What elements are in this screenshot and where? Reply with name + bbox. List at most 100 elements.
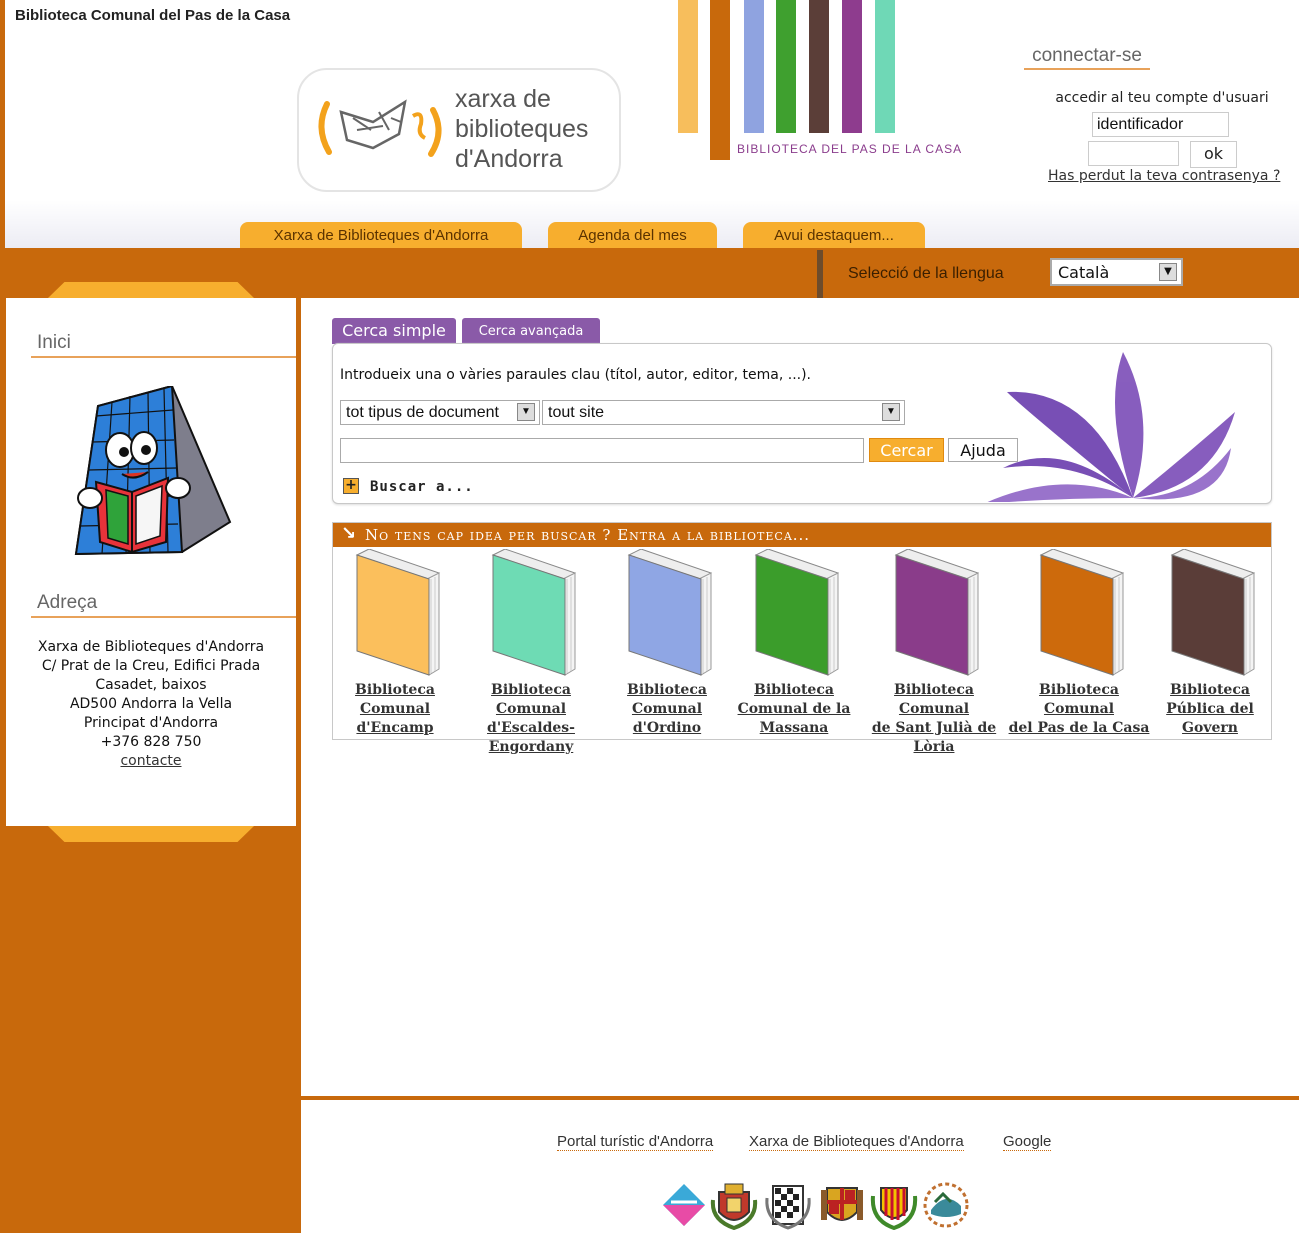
book-icon[interactable]: [485, 549, 577, 677]
color-stripe-3: [744, 0, 764, 133]
library-name-line: Massana: [759, 720, 829, 736]
library-name-line: del Pas de la Casa: [1008, 720, 1150, 736]
library-caption: BIBLIOTECA DEL PAS DE LA CASA: [737, 142, 963, 156]
footer-rule: [301, 1096, 1299, 1100]
book-bird-logo-icon: [318, 99, 442, 157]
library-name-line: Biblioteca: [754, 682, 834, 698]
footer-link-google[interactable]: Google: [1003, 1133, 1052, 1151]
parish-coats-row: [661, 1180, 971, 1230]
libraries-heading: No tens cap idea per buscar ? Entra a la…: [365, 526, 811, 544]
library-name-link[interactable]: Biblioteca Comunal de Sant Julià de Lòria: [859, 681, 1009, 757]
escaldes-coat-icon[interactable]: [921, 1180, 971, 1230]
address-heading: Adreça: [37, 592, 98, 613]
tab-advanced-search[interactable]: Cerca avançada: [462, 318, 600, 344]
home-heading: Inici: [37, 332, 71, 353]
library-name-link[interactable]: Biblioteca Comunal de la Massana: [719, 681, 869, 738]
login-title: connectar-se: [1024, 45, 1150, 70]
library-name-link[interactable]: Biblioteca Comunal del Pas de la Casa: [1004, 681, 1154, 757]
book-icon[interactable]: [888, 549, 980, 677]
help-button[interactable]: Ajuda: [948, 438, 1018, 462]
library-name-line: d'Encamp: [356, 720, 434, 736]
tab-agenda[interactable]: Agenda del mes: [548, 222, 717, 250]
library-name-line: Biblioteca Comunal: [894, 682, 974, 717]
address-line: C/ Prat de la Creu, Edifici Prada: [41, 658, 261, 674]
tab-simple-search[interactable]: Cerca simple: [332, 318, 456, 344]
username-field[interactable]: [1092, 112, 1229, 137]
ordino-coat-icon[interactable]: [817, 1180, 867, 1230]
library-item[interactable]: Biblioteca Comunal del Pas de la Casa: [1004, 549, 1154, 739]
library-name-link[interactable]: Biblioteca Comunal d'Encamp: [320, 681, 470, 738]
address-line: AD500 Andorra la Vella: [69, 696, 233, 712]
language-label: Selecció de la llengua: [848, 265, 1004, 282]
reading-building-mascot-icon: [74, 386, 232, 556]
library-name-line: de Sant Julià de: [871, 720, 997, 736]
library-name-line: Comunal: [359, 701, 431, 717]
color-stripe-1: [678, 0, 698, 133]
document-type-value: tot tipus de document: [346, 404, 499, 421]
language-select[interactable]: Català ▼: [1050, 258, 1183, 286]
book-icon[interactable]: [1033, 549, 1125, 677]
library-item[interactable]: Biblioteca Comunal de Sant Julià de Lòria: [859, 549, 1009, 755]
library-name-line: Comunal de la: [737, 701, 851, 717]
network-logo[interactable]: xarxa de biblioteques d'Andorra: [297, 68, 621, 192]
search-input[interactable]: [340, 438, 864, 463]
footer-link-tourism[interactable]: Portal turístic d'Andorra: [557, 1133, 714, 1151]
book-icon[interactable]: [349, 549, 441, 677]
library-name-link[interactable]: Biblioteca Comunal d'Escaldes- Engordany: [456, 681, 606, 757]
login-ok-button[interactable]: ok: [1190, 141, 1237, 168]
expand-plus-icon[interactable]: +: [343, 478, 359, 494]
logo-text: xarxa de biblioteques d'Andorra: [455, 84, 588, 174]
site-value: tout site: [548, 404, 605, 421]
andorra-tourism-icon[interactable]: [661, 1182, 707, 1228]
tab-xarxa-biblioteques[interactable]: Xarxa de Biblioteques d'Andorra: [240, 222, 522, 250]
forgot-password-link[interactable]: Has perdut la teva contrasenya ?: [1048, 168, 1280, 184]
library-name-line: Govern: [1182, 720, 1238, 736]
tab-avui-destaquem[interactable]: Avui destaquem...: [743, 222, 925, 250]
login-hint: accedir al teu compte d'usuari: [1055, 90, 1269, 106]
library-name-line: Biblioteca Comunal: [1039, 682, 1119, 717]
library-name-line: Biblioteca: [355, 682, 435, 698]
library-name-line: Pública del: [1166, 701, 1254, 717]
book-icon[interactable]: [1164, 549, 1256, 677]
libraries-panel: ↘ No tens cap idea per buscar ? Entra a …: [332, 522, 1272, 755]
color-stripe-5: [809, 0, 829, 133]
color-stripe-4: [776, 0, 796, 133]
search-in-label[interactable]: Buscar a...: [370, 479, 474, 495]
library-item[interactable]: Biblioteca Pública del Govern: [1135, 549, 1285, 739]
libraries-header: ↘ No tens cap idea per buscar ? Entra a …: [333, 523, 1271, 547]
library-name-line: Biblioteca Comunal: [491, 682, 571, 717]
home-rule: [31, 356, 296, 358]
book-icon[interactable]: [621, 549, 713, 677]
address-line: Xarxa de Biblioteques d'Andorra: [37, 639, 265, 655]
logo-line-1: xarxa de: [455, 85, 551, 113]
canillo-coat-icon[interactable]: [709, 1180, 759, 1230]
address-line: +376 828 750: [100, 734, 202, 750]
password-field[interactable]: [1088, 141, 1179, 166]
library-item[interactable]: Biblioteca Comunal d'Encamp: [320, 549, 470, 739]
encamp-coat-icon[interactable]: [763, 1180, 813, 1230]
sidebar-top-tab: [48, 282, 254, 298]
la-massana-coat-icon[interactable]: [869, 1180, 919, 1230]
document-type-select[interactable]: tot tipus de document ▼: [340, 400, 540, 425]
chevron-down-icon[interactable]: ▼: [882, 403, 900, 421]
contact-link[interactable]: contacte: [120, 753, 181, 769]
color-stripe-6: [842, 0, 862, 133]
library-item[interactable]: Biblioteca Comunal de la Massana: [719, 549, 869, 739]
sidebar-bottom-tab: [48, 826, 254, 842]
address-line: Principat d'Andorra: [83, 715, 219, 731]
logo-line-3: d'Andorra: [455, 145, 563, 173]
arrow-down-right-icon: ↘: [341, 523, 357, 544]
address-block: Xarxa de Biblioteques d'Andorra C/ Prat …: [6, 638, 296, 771]
site-select[interactable]: tout site ▼: [542, 400, 905, 425]
chevron-down-icon[interactable]: ▼: [1159, 263, 1177, 281]
color-stripe-7: [875, 0, 895, 133]
site-title: Biblioteca Comunal del Pas de la Casa: [15, 7, 291, 24]
address-line: Casadet, baixos: [95, 677, 207, 693]
book-icon[interactable]: [748, 549, 840, 677]
library-name-link[interactable]: Biblioteca Pública del Govern: [1135, 681, 1285, 738]
footer-link-xarxa[interactable]: Xarxa de Biblioteques d'Andorra: [749, 1133, 964, 1151]
address-rule: [31, 616, 296, 618]
search-button[interactable]: Cercar: [869, 438, 944, 462]
chevron-down-icon[interactable]: ▼: [517, 403, 535, 421]
library-item[interactable]: Biblioteca Comunal d'Escaldes- Engordany: [456, 549, 606, 755]
